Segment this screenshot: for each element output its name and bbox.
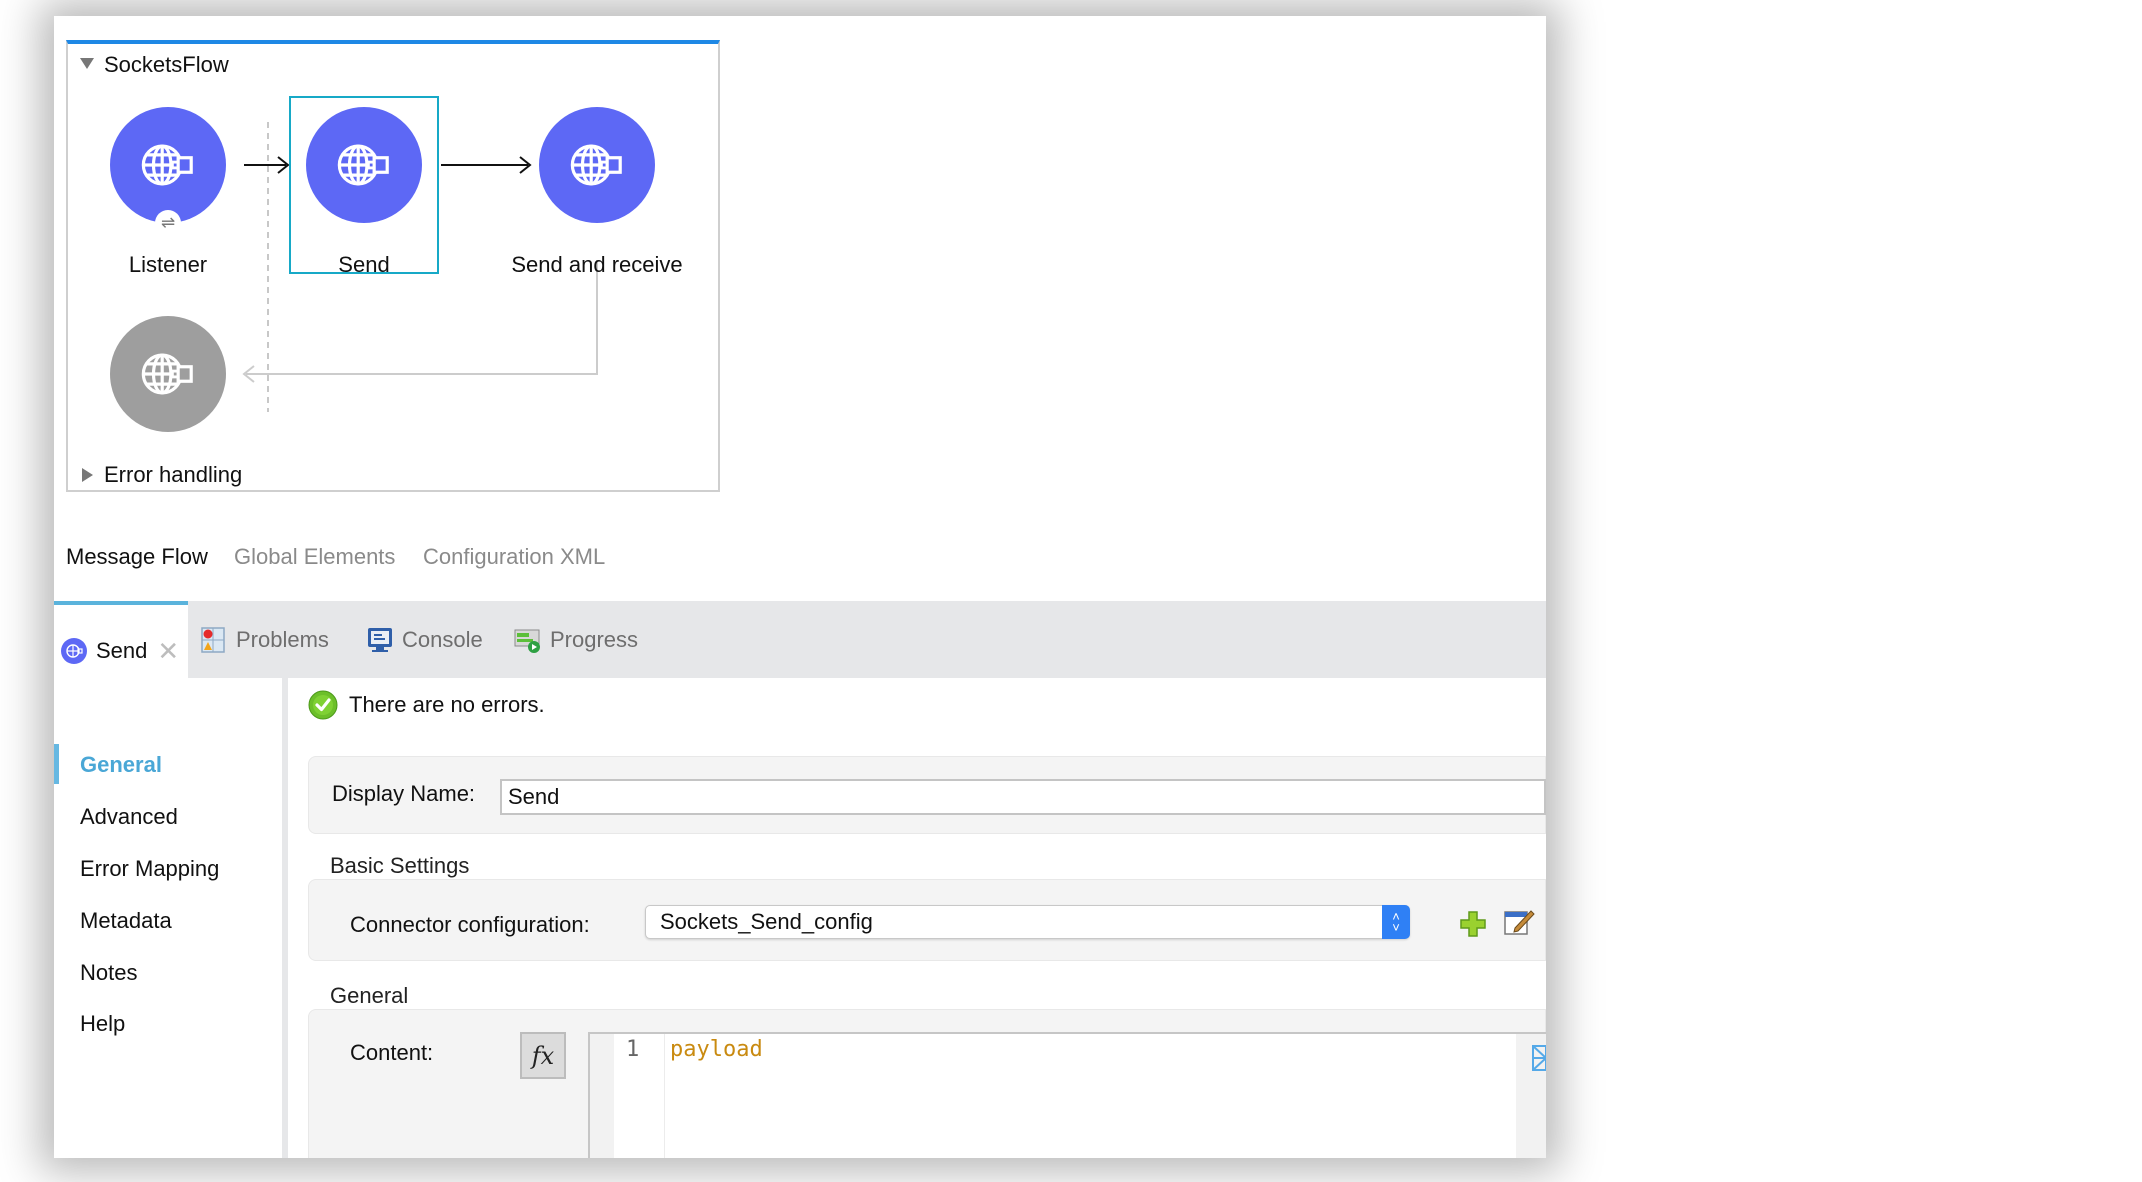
general-group: Content: fx 1 payload — [308, 1009, 1546, 1158]
properties-content: There are no errors. Display Name: Send … — [308, 678, 1546, 1158]
tab-message-flow[interactable]: Message Flow — [66, 544, 208, 570]
validation-status: There are no errors. — [349, 692, 545, 717]
nav-item-help[interactable]: Help — [80, 1011, 125, 1037]
tab-problems[interactable]: Problems — [200, 601, 329, 678]
tab-console-label: Console — [402, 626, 483, 652]
tab-problems-label: Problems — [236, 626, 329, 652]
line-number: 1 — [626, 1037, 640, 1062]
close-tab-icon[interactable]: ✕ — [157, 638, 179, 664]
nav-item-advanced[interactable]: Advanced — [80, 804, 178, 830]
nav-item-notes[interactable]: Notes — [80, 960, 137, 986]
basic-settings-group: Connector configuration: Sockets_Send_co… — [308, 879, 1546, 961]
fx-expression-toggle[interactable]: fx — [520, 1032, 566, 1079]
display-name-input[interactable]: Send — [500, 779, 1546, 815]
listener-label: Listener — [128, 252, 208, 277]
globe-connector-icon — [141, 353, 193, 395]
properties-nav: General Advanced Error Mapping Metadata … — [54, 678, 282, 1158]
error-handling-label[interactable]: Error handling — [104, 462, 242, 488]
tab-progress[interactable]: Progress — [514, 601, 638, 678]
send-label: Send — [338, 252, 390, 277]
nav-item-error-mapping[interactable]: Error Mapping — [80, 856, 219, 882]
panel-tab-bar: Send ✕ Problems Console Progress — [54, 601, 1546, 678]
display-name-label: Display Name: — [332, 781, 476, 806]
connector-config-select[interactable]: Sockets_Send_config ˄ ˅ — [645, 905, 1410, 939]
flow-container: SocketsFlow ⇌ Listener Send Send and rec… — [66, 40, 720, 492]
editor-gutter — [614, 1034, 665, 1158]
select-arrows-icon: ˄ ˅ — [1382, 905, 1410, 939]
connector-config-label: Connector configuration: — [350, 912, 590, 937]
connector-config-value: Sockets_Send_config — [660, 909, 873, 934]
content-label: Content: — [350, 1040, 434, 1065]
listener-response-node[interactable] — [110, 316, 226, 432]
console-icon — [366, 626, 394, 654]
content-editor[interactable]: 1 payload — [588, 1032, 1546, 1158]
tab-console[interactable]: Console — [366, 601, 483, 678]
panel-splitter[interactable] — [282, 678, 288, 1158]
progress-icon — [514, 626, 542, 654]
listener-source-badge-icon: ⇌ — [155, 210, 181, 236]
editor-code-area[interactable] — [665, 1034, 1516, 1158]
expand-error-handling-icon[interactable] — [82, 468, 93, 482]
tab-send-label: Send — [96, 637, 148, 663]
send-and-receive-label: Send and receive — [511, 252, 683, 277]
problems-icon — [200, 626, 228, 654]
display-name-value: Send — [508, 784, 560, 809]
listener-node[interactable] — [110, 107, 226, 223]
nav-item-general[interactable]: General — [80, 752, 162, 778]
globe-connector-icon — [141, 144, 193, 186]
globe-connector-icon — [337, 144, 389, 186]
send-node[interactable] — [306, 107, 422, 223]
fx-icon: fx — [531, 1041, 555, 1070]
tab-send-properties[interactable]: Send ✕ — [54, 601, 188, 678]
display-name-group: Display Name: Send — [308, 756, 1546, 834]
tab-progress-label: Progress — [550, 626, 639, 652]
data-mapping-icon[interactable] — [1530, 1042, 1546, 1074]
globe-connector-icon — [570, 144, 622, 186]
globe-connector-icon — [60, 637, 88, 665]
add-config-icon[interactable] — [1459, 910, 1487, 938]
tab-global-elements[interactable]: Global Elements — [234, 544, 395, 570]
studio-window: SocketsFlow ⇌ Listener Send Send and rec… — [54, 16, 1546, 1158]
basic-settings-title: Basic Settings — [330, 853, 470, 878]
edit-config-icon[interactable] — [1503, 908, 1535, 938]
code-line: payload — [670, 1037, 763, 1062]
send-and-receive-node[interactable] — [539, 107, 655, 223]
check-circle-icon — [308, 690, 338, 720]
nav-item-metadata[interactable]: Metadata — [80, 908, 172, 934]
general-section-title: General — [330, 983, 409, 1008]
active-nav-indicator — [54, 744, 59, 784]
tab-configuration-xml[interactable]: Configuration XML — [423, 544, 605, 570]
